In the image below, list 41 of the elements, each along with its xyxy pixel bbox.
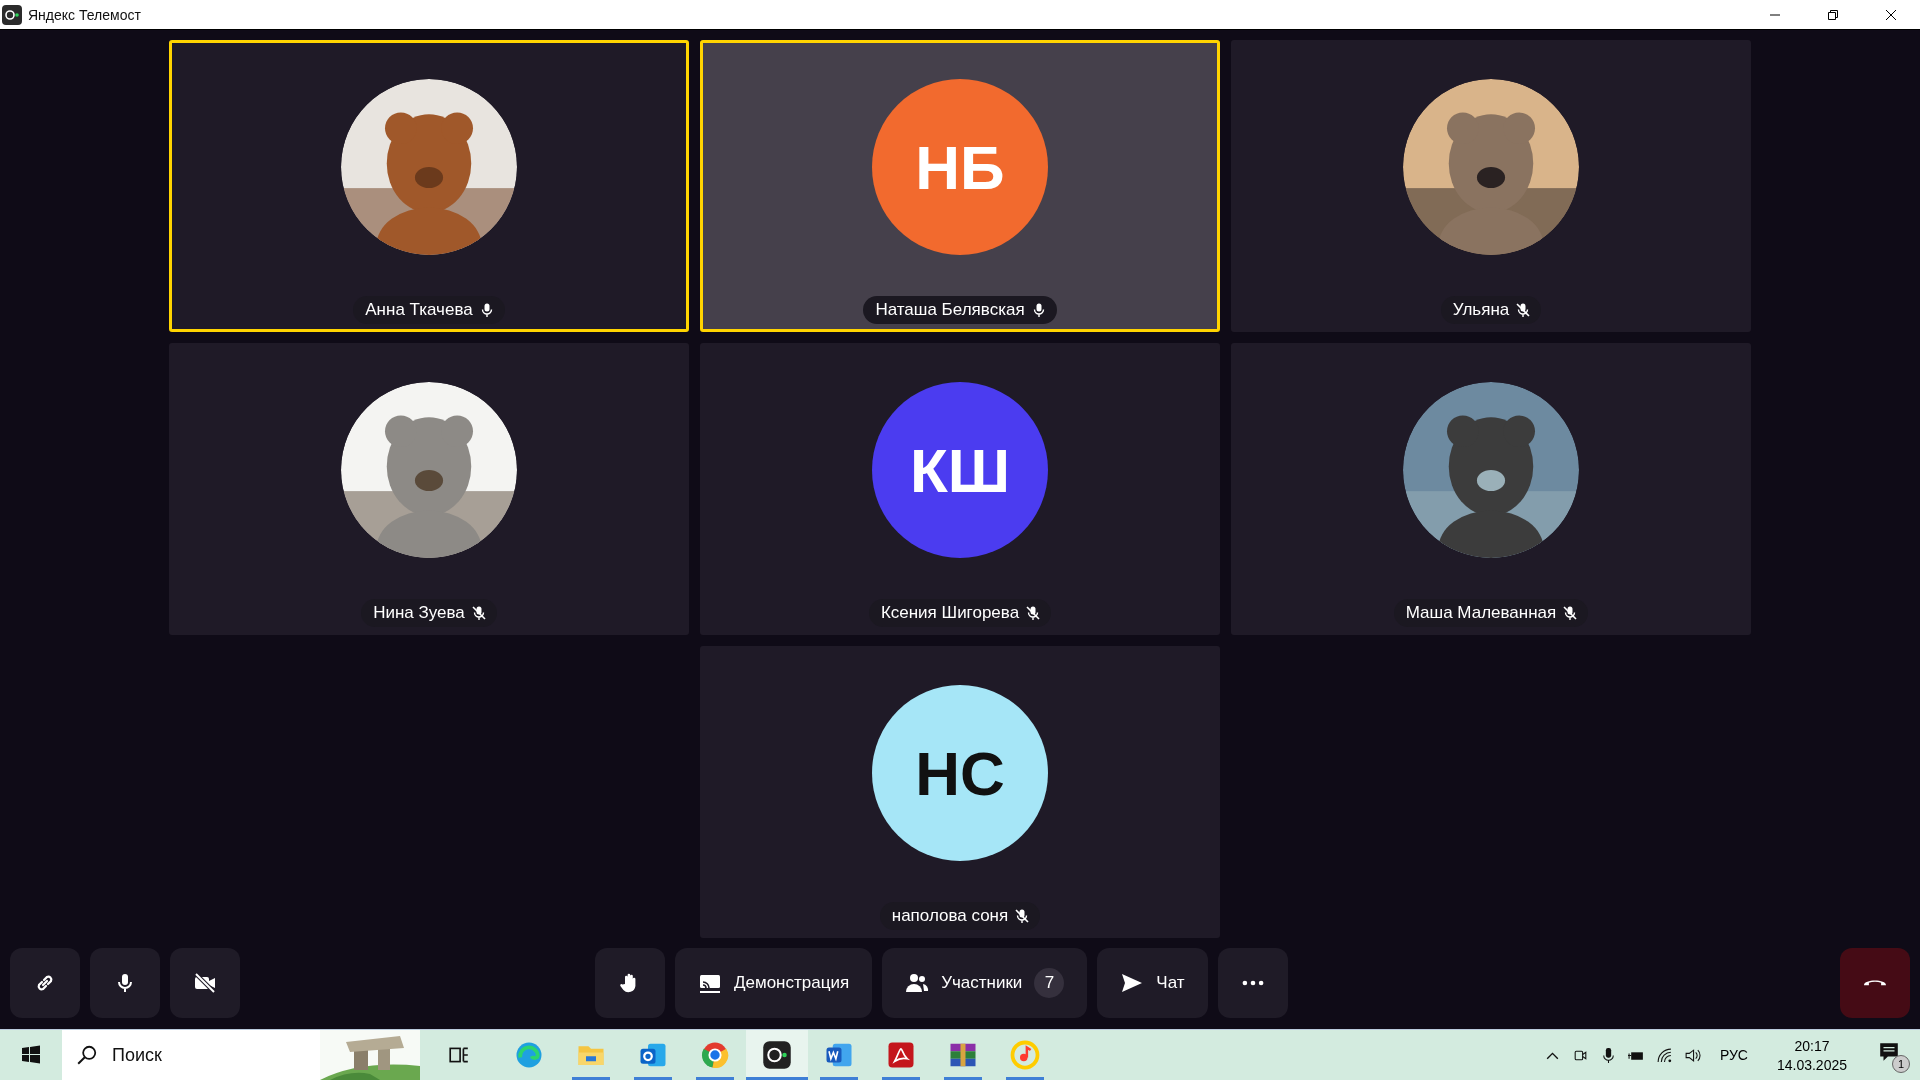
copy-link-button[interactable] bbox=[10, 948, 80, 1018]
participant-name: Нина Зуева bbox=[373, 603, 465, 623]
participant-name: Анна Ткачева bbox=[365, 300, 473, 320]
participant-name: наполова соня bbox=[891, 906, 1009, 926]
search-field[interactable]: Поиск bbox=[110, 1043, 264, 1067]
participant-name: Наташа Белявская bbox=[875, 300, 1025, 320]
clock-time: 20:17 bbox=[1794, 1037, 1830, 1054]
camera-off-icon bbox=[193, 971, 217, 995]
app-logo-icon bbox=[762, 1040, 792, 1070]
message-icon bbox=[1878, 1041, 1900, 1063]
chat-button[interactable]: Чат bbox=[1097, 948, 1208, 1018]
screen-share-button[interactable]: Демонстрация bbox=[675, 948, 873, 1018]
participants-button[interactable]: Участники 7 bbox=[882, 948, 1088, 1018]
close-icon[interactable] bbox=[1885, 8, 1897, 21]
wifi-icon[interactable] bbox=[1655, 1046, 1673, 1064]
avatar-initials: НБ bbox=[872, 79, 1048, 255]
browser-swirl-icon bbox=[514, 1040, 544, 1070]
clock-date: 14.03.2025 bbox=[1776, 1056, 1847, 1073]
participant-name: Маша Малеванная bbox=[1405, 603, 1557, 623]
participant-name: Ксения Шигорева bbox=[880, 603, 1020, 623]
search-icon bbox=[76, 1044, 98, 1066]
participants-count: 7 bbox=[1034, 968, 1065, 998]
raise-hand-button[interactable] bbox=[595, 948, 665, 1018]
language-indicator[interactable]: РУС bbox=[1719, 1047, 1748, 1063]
taskbar-app[interactable] bbox=[746, 1030, 808, 1080]
browser-icon bbox=[700, 1040, 730, 1070]
microphone-button[interactable] bbox=[90, 948, 160, 1018]
speaker-icon[interactable] bbox=[1683, 1046, 1701, 1064]
participant-name: Ульяна bbox=[1452, 300, 1510, 320]
hang-up-icon bbox=[1864, 980, 1886, 986]
start-icon[interactable] bbox=[21, 1045, 41, 1065]
notification-count: 1 bbox=[1892, 1055, 1910, 1073]
avatar-initials: КШ bbox=[872, 382, 1048, 558]
more-icon bbox=[1241, 980, 1264, 986]
people-icon bbox=[905, 971, 930, 995]
window-title: Яндекс Телемост bbox=[28, 6, 141, 23]
restore-icon[interactable] bbox=[1827, 8, 1839, 21]
avatar-initials: НС bbox=[872, 685, 1048, 861]
pdf-app-icon bbox=[886, 1040, 916, 1070]
camera-button[interactable] bbox=[170, 948, 240, 1018]
music-app-icon bbox=[1010, 1040, 1040, 1070]
